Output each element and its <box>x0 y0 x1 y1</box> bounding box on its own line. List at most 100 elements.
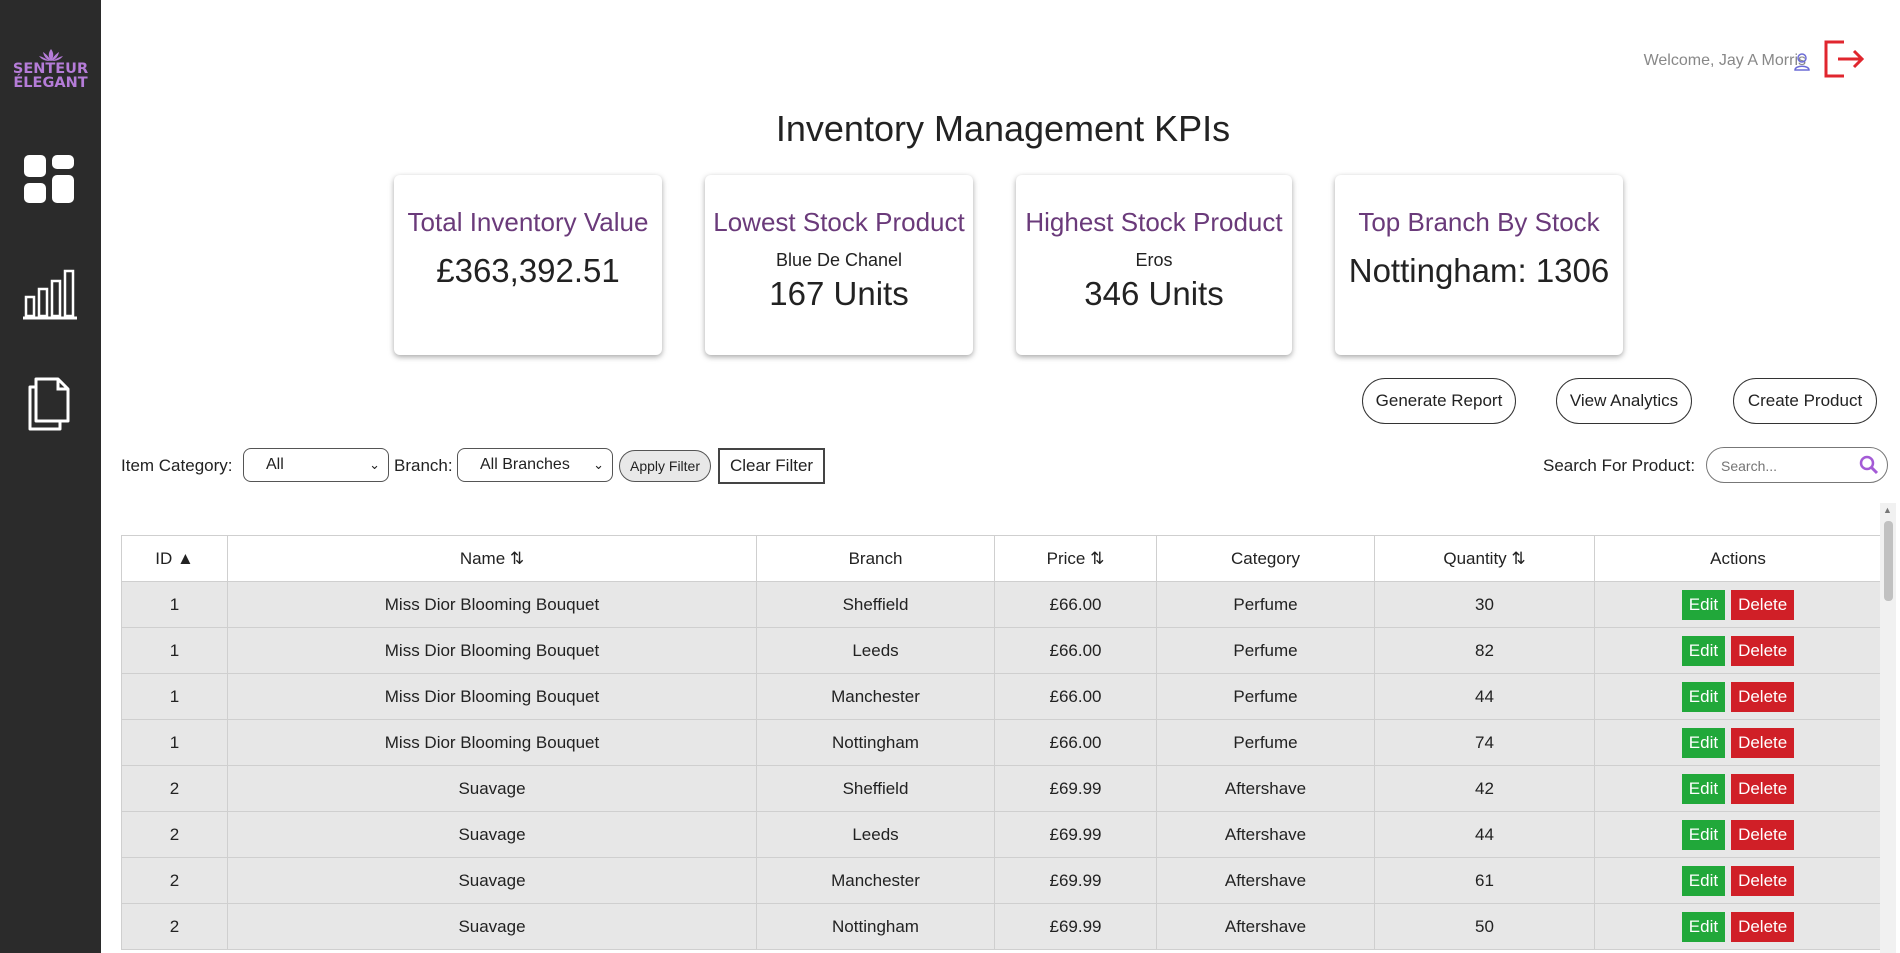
branch-select[interactable]: All Branches ⌄ <box>457 448 613 482</box>
column-header-actions: Actions <box>1594 535 1881 582</box>
clear-filter-button[interactable]: Clear Filter <box>718 448 825 484</box>
edit-button[interactable]: Edit <box>1681 773 1726 804</box>
kpi-lowest-stock-product: Lowest Stock Product Blue De Chanel 167 … <box>705 175 973 355</box>
cell-price: £69.99 <box>994 903 1157 950</box>
cell-branch: Sheffield <box>756 765 995 812</box>
delete-button[interactable]: Delete <box>1731 681 1795 712</box>
cell-id: 2 <box>121 857 228 904</box>
cell-id: 1 <box>121 581 228 628</box>
search-label: Search For Product: <box>1543 456 1696 475</box>
cell-category: Aftershave <box>1156 857 1375 904</box>
lotus-icon <box>38 49 63 61</box>
table-row: 2 Suavage Nottingham £69.99 Aftershave 5… <box>121 903 1881 950</box>
edit-button[interactable]: Edit <box>1681 589 1726 620</box>
inventory-table: ID ▲ Name ⇅ Branch Price ⇅ Category Quan… <box>121 535 1881 950</box>
edit-button[interactable]: Edit <box>1681 865 1726 896</box>
delete-button[interactable]: Delete <box>1731 727 1795 758</box>
edit-button[interactable]: Edit <box>1681 635 1726 666</box>
welcome-text: Welcome, Jay A Morris <box>1643 52 1806 69</box>
cell-id: 1 <box>121 673 228 720</box>
kpi-highest-stock-product: Highest Stock Product Eros 346 Units <box>1016 175 1292 355</box>
column-header-branch: Branch <box>756 535 995 582</box>
cell-price: £66.00 <box>994 581 1157 628</box>
cell-category: Aftershave <box>1156 811 1375 858</box>
cell-branch: Sheffield <box>756 581 995 628</box>
cell-id: 2 <box>121 811 228 858</box>
cell-id: 2 <box>121 765 228 812</box>
dashboard-grid-icon[interactable] <box>22 152 78 208</box>
branch-value: All Branches <box>480 456 570 473</box>
view-analytics-button[interactable]: View Analytics <box>1556 378 1692 424</box>
item-category-select[interactable]: All ⌄ <box>243 448 389 482</box>
kpi-total-inventory-value: Total Inventory Value £363,392.51 <box>394 175 662 355</box>
cell-branch: Leeds <box>756 811 995 858</box>
vertical-scrollbar[interactable]: ▲ <box>1880 503 1896 953</box>
user-icon <box>1794 53 1810 71</box>
scrollbar-thumb[interactable] <box>1884 521 1893 601</box>
cell-category: Aftershave <box>1156 765 1375 812</box>
table-row: 2 Suavage Leeds £69.99 Aftershave 44 Edi… <box>121 811 1881 858</box>
cell-branch: Manchester <box>756 857 995 904</box>
cell-name: Miss Dior Blooming Bouquet <box>227 581 757 628</box>
delete-button[interactable]: Delete <box>1731 865 1795 896</box>
cell-category: Perfume <box>1156 673 1375 720</box>
cell-quantity: 74 <box>1374 719 1595 766</box>
kpi-title: Top Branch By Stock <box>1358 207 1600 237</box>
search-box <box>1706 447 1888 483</box>
cell-quantity: 30 <box>1374 581 1595 628</box>
logout-icon[interactable] <box>1822 38 1866 80</box>
table-row: 2 Suavage Manchester £69.99 Aftershave 6… <box>121 857 1881 904</box>
kpi-value: 167 Units <box>769 275 909 312</box>
cell-price: £66.00 <box>994 719 1157 766</box>
cell-price: £69.99 <box>994 811 1157 858</box>
item-category-value: All <box>266 456 284 473</box>
page-title: Inventory Management KPIs <box>775 108 1231 149</box>
cell-category: Aftershave <box>1156 903 1375 950</box>
table-row: 1 Miss Dior Blooming Bouquet Manchester … <box>121 673 1881 720</box>
inventory-table-container: ID ▲ Name ⇅ Branch Price ⇅ Category Quan… <box>121 535 1881 953</box>
logo[interactable]: SENTEUR ÉLEGANT <box>0 48 101 90</box>
column-header-quantity[interactable]: Quantity ⇅ <box>1374 535 1595 582</box>
delete-button[interactable]: Delete <box>1731 635 1795 666</box>
cell-category: Perfume <box>1156 719 1375 766</box>
cell-name: Suavage <box>227 811 757 858</box>
scroll-up-icon[interactable]: ▲ <box>1883 505 1892 515</box>
documents-icon[interactable] <box>22 375 78 431</box>
column-header-name[interactable]: Name ⇅ <box>227 535 757 582</box>
cell-actions: Edit Delete <box>1594 857 1881 904</box>
create-product-button[interactable]: Create Product <box>1733 378 1877 424</box>
cell-quantity: 61 <box>1374 857 1595 904</box>
cell-actions: Edit Delete <box>1594 673 1881 720</box>
logo-line2: ÉLEGANT <box>13 75 88 91</box>
column-header-id[interactable]: ID ▲ <box>121 535 228 582</box>
column-header-price[interactable]: Price ⇅ <box>994 535 1157 582</box>
search-input[interactable] <box>1719 454 1853 478</box>
delete-button[interactable]: Delete <box>1731 819 1795 850</box>
chevron-down-icon: ⌄ <box>369 457 380 472</box>
kpi-value: 346 Units <box>1084 275 1224 312</box>
delete-button[interactable]: Delete <box>1731 589 1795 620</box>
bar-chart-icon[interactable] <box>22 264 78 320</box>
kpi-top-branch-by-stock: Top Branch By Stock Nottingham: 1306 <box>1335 175 1623 355</box>
item-category-label: Item Category: <box>121 456 233 475</box>
edit-button[interactable]: Edit <box>1681 727 1726 758</box>
edit-button[interactable]: Edit <box>1681 681 1726 712</box>
cell-actions: Edit Delete <box>1594 903 1881 950</box>
delete-button[interactable]: Delete <box>1731 773 1795 804</box>
cell-actions: Edit Delete <box>1594 581 1881 628</box>
chevron-down-icon: ⌄ <box>593 457 604 472</box>
cell-actions: Edit Delete <box>1594 811 1881 858</box>
cell-branch: Nottingham <box>756 903 995 950</box>
cell-branch: Manchester <box>756 673 995 720</box>
edit-button[interactable]: Edit <box>1681 911 1726 942</box>
cell-quantity: 44 <box>1374 673 1595 720</box>
cell-price: £66.00 <box>994 627 1157 674</box>
kpi-value: Nottingham: 1306 <box>1348 252 1610 289</box>
apply-filter-button[interactable]: Apply Filter <box>619 450 711 482</box>
logo-line1: SENTEUR <box>12 61 89 77</box>
generate-report-button[interactable]: Generate Report <box>1362 378 1516 424</box>
edit-button[interactable]: Edit <box>1681 819 1726 850</box>
delete-button[interactable]: Delete <box>1731 911 1795 942</box>
cell-actions: Edit Delete <box>1594 627 1881 674</box>
search-icon[interactable] <box>1859 455 1879 475</box>
